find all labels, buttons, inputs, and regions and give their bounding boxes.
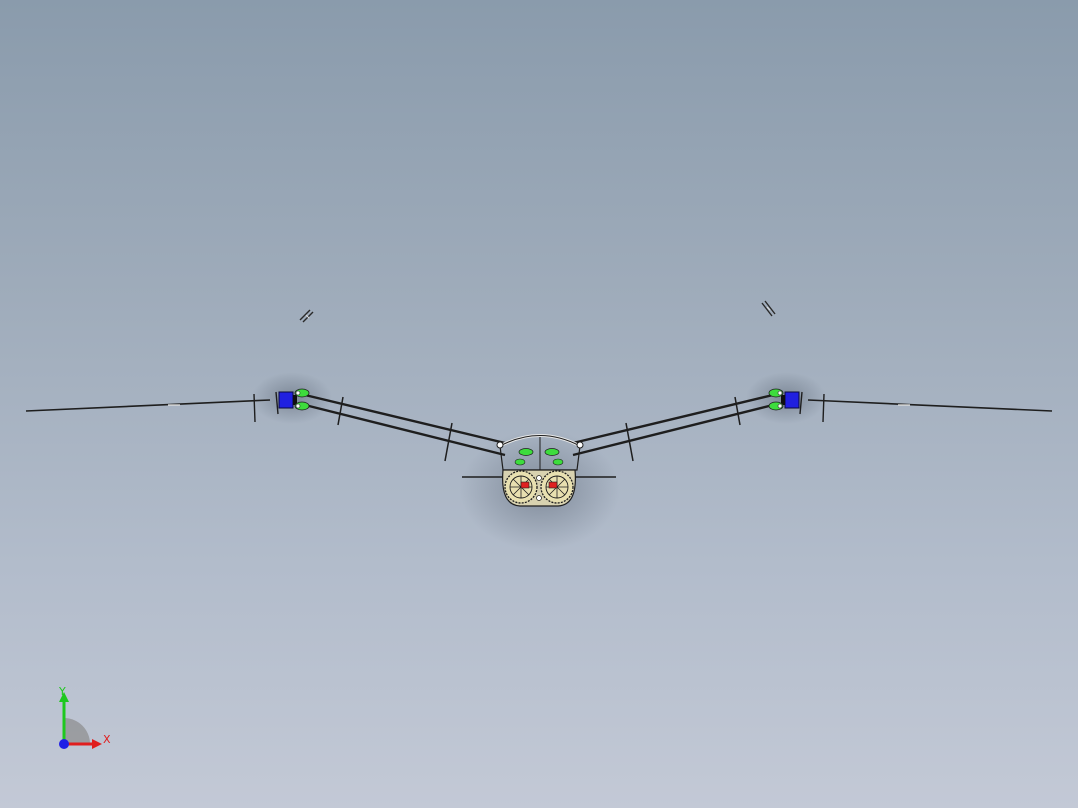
x-axis-label: X [103,733,111,746]
body-link-left[interactable] [518,448,534,456]
left-crank[interactable] [520,481,530,489]
left-floating-pin[interactable] [299,309,314,323]
coordinate-triad: Y X [58,685,111,749]
z-axis-dot [59,739,69,749]
right-motor[interactable] [784,391,800,409]
y-axis-label: Y [58,685,66,698]
right-floating-pin[interactable] [761,300,776,317]
graphics-viewport[interactable]: Y X [0,0,1078,808]
left-gear[interactable] [504,470,538,504]
ornithopter-model[interactable] [0,0,1078,808]
right-crank[interactable] [548,481,558,489]
left-wing-inner-spars[interactable] [304,393,506,462]
right-wing-outer-spar[interactable] [799,391,1053,423]
body-link-right[interactable] [544,448,560,456]
left-motor[interactable] [278,391,294,409]
right-wing-inner-spars[interactable] [572,393,774,462]
left-wing-outer-spar[interactable] [25,391,279,423]
right-gear[interactable] [540,470,574,504]
